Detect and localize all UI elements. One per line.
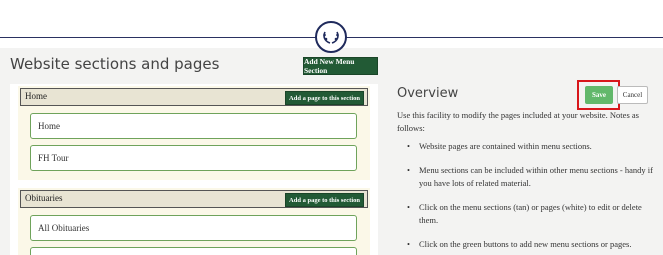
note-item: Menu sections can be included within oth… [405, 164, 655, 190]
add-menu-section-button[interactable]: Add New Menu Section [303, 57, 378, 75]
section-header[interactable]: Home Add a page to this section [20, 88, 368, 106]
menu-section-obituaries[interactable]: Obituaries Add a page to this section Al… [18, 188, 370, 255]
note-item: Website pages are contained within menu … [405, 140, 655, 153]
overview-intro: Use this facility to modify the pages in… [397, 110, 639, 133]
note-item: Click on the green buttons to add new me… [405, 238, 655, 251]
wreath-logo-icon[interactable] [315, 21, 347, 53]
note-item: Click on the menu sections (tan) or page… [405, 201, 655, 227]
add-page-button[interactable]: Add a page to this section [285, 91, 364, 105]
page-item-fh-tour[interactable]: FH Tour [30, 145, 357, 171]
page-item-all-obituaries[interactable]: All Obituaries [30, 215, 357, 241]
add-page-button[interactable]: Add a page to this section [285, 193, 364, 207]
cancel-button[interactable]: Cancel [617, 86, 648, 104]
overview-notes: Website pages are contained within menu … [405, 140, 655, 251]
sections-panel: Home Add a page to this section Home FH … [10, 84, 378, 255]
save-button[interactable]: Save [585, 86, 613, 104]
section-header[interactable]: Obituaries Add a page to this section [20, 190, 368, 208]
overview-title: Overview [397, 86, 459, 101]
section-title: Obituaries [25, 193, 63, 203]
page-item[interactable] [30, 247, 357, 255]
menu-section-home[interactable]: Home Add a page to this section Home FH … [18, 86, 370, 180]
section-title: Home [25, 91, 47, 101]
page-title: Website sections and pages [10, 55, 220, 73]
page-item-home[interactable]: Home [30, 113, 357, 139]
